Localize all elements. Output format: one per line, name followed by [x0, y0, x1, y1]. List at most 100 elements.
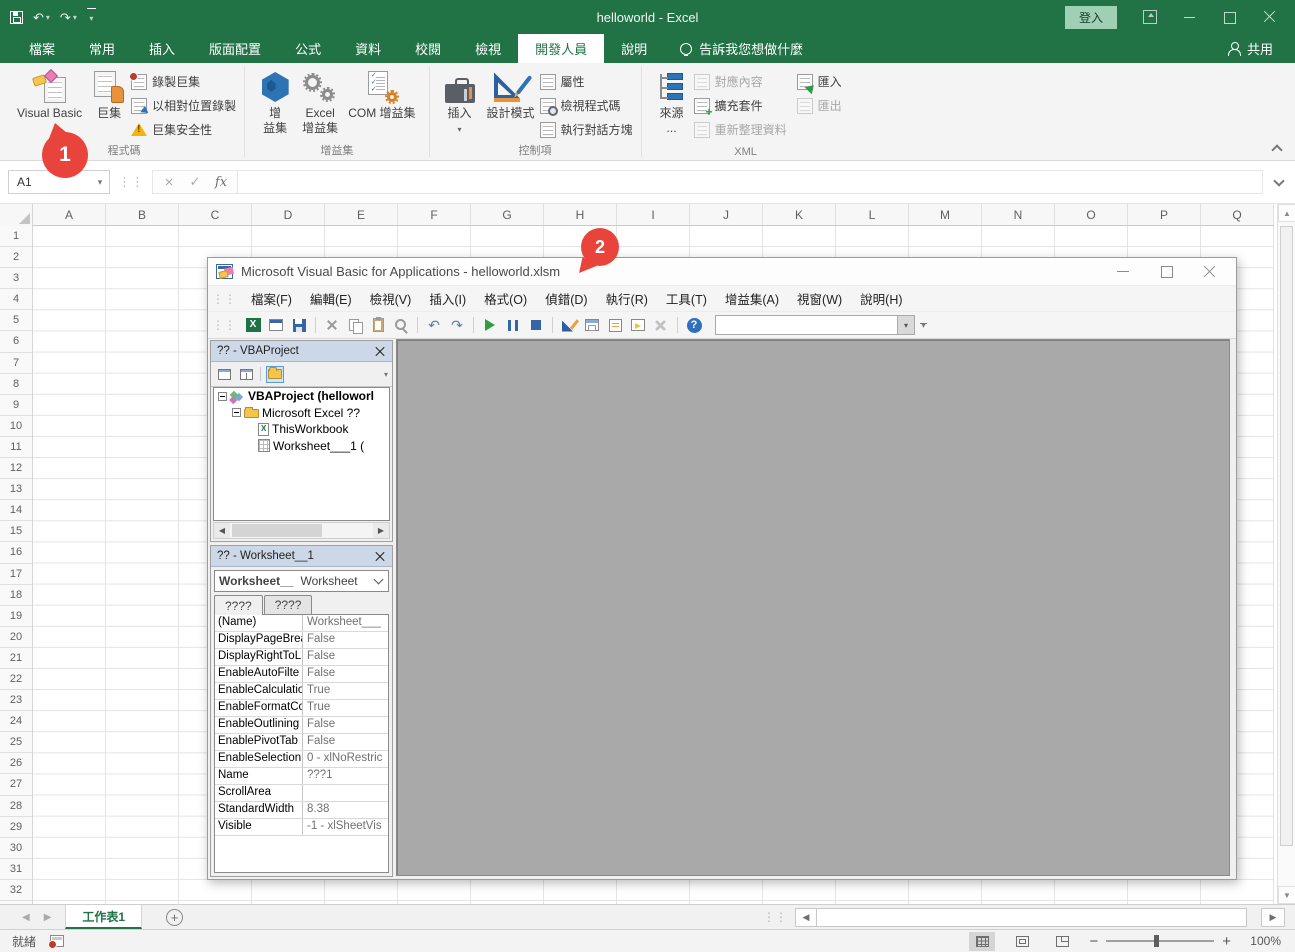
property-value[interactable]: 8.38	[303, 802, 388, 818]
page-layout-view-button[interactable]	[1009, 932, 1035, 951]
row-header[interactable]: 25	[0, 732, 32, 753]
object-selector[interactable]: Worksheet__ Worksheet	[214, 570, 389, 592]
hscroll-track[interactable]	[817, 908, 1247, 927]
tell-me-box[interactable]: 告訴我您想做什麼	[664, 34, 819, 63]
column-header[interactable]: A	[33, 204, 106, 225]
vba-toolbar-save-button[interactable]	[289, 315, 309, 335]
ribbon-tab[interactable]: 說明	[604, 34, 664, 63]
select-all-corner[interactable]	[0, 204, 33, 226]
property-row[interactable]: EnablePivotTabFalse	[215, 734, 388, 751]
row-header[interactable]: 11	[0, 437, 32, 458]
column-header[interactable]: D	[252, 204, 325, 225]
vba-toolbar-design-mode-button[interactable]	[559, 315, 579, 335]
property-row[interactable]: DisplayPageBreaFalse	[215, 632, 388, 649]
ribbon-tab[interactable]: 檢視	[458, 34, 518, 63]
row-header[interactable]: 18	[0, 585, 32, 606]
row-header[interactable]: 31	[0, 859, 32, 880]
row-header[interactable]: 20	[0, 627, 32, 648]
zoom-percentage[interactable]: 100%	[1245, 934, 1281, 948]
vba-menu-item[interactable]: 工具(T)	[657, 286, 716, 311]
vba-toolbar-undo-button[interactable]: ↶	[424, 315, 444, 335]
vba-toolbar-insert-form-button[interactable]	[266, 315, 286, 335]
row-header[interactable]: 14	[0, 500, 32, 521]
save-button[interactable]	[10, 11, 23, 24]
row-header[interactable]: 9	[0, 395, 32, 416]
view-code-button[interactable]: 檢視程式碼	[540, 95, 633, 116]
property-value[interactable]: 0 - xlNoRestric	[303, 751, 388, 767]
macros-button[interactable]: 巨集	[87, 66, 131, 125]
property-row[interactable]: EnableCalculatioTrue	[215, 683, 388, 700]
row-header[interactable]: 7	[0, 353, 32, 374]
column-header[interactable]: C	[179, 204, 252, 225]
record-macro-button[interactable]: 錄製巨集	[131, 71, 236, 92]
view-code-toolbar-button[interactable]	[215, 366, 233, 383]
property-value[interactable]: False	[303, 649, 388, 665]
vba-toolbar-combobox[interactable]: ▾	[715, 315, 915, 335]
property-value[interactable]: False	[303, 632, 388, 648]
formula-input[interactable]	[238, 170, 1263, 194]
property-row[interactable]: Name???1	[215, 768, 388, 785]
zoom-slider-thumb[interactable]	[1154, 935, 1159, 947]
horizontal-scroll-thumb[interactable]	[232, 524, 322, 537]
property-value[interactable]: True	[303, 700, 388, 716]
hscroll-left-icon[interactable]: ◀	[795, 908, 817, 927]
row-header[interactable]: 6	[0, 331, 32, 352]
vba-toolbar-stop-button[interactable]	[526, 315, 546, 335]
design-mode-button[interactable]: 設計模式	[482, 66, 540, 125]
vertical-scrollbar[interactable]: ▲ ▼	[1277, 204, 1295, 904]
ribbon-display-options-icon[interactable]	[1143, 10, 1157, 24]
property-value[interactable]: ???1	[303, 768, 388, 784]
vba-toolbar-redo-button[interactable]: ↷	[447, 315, 467, 335]
property-value[interactable]: False	[303, 734, 388, 750]
row-header[interactable]: 24	[0, 711, 32, 732]
property-row[interactable]: DisplayRightToLFalse	[215, 649, 388, 666]
row-header[interactable]: 27	[0, 774, 32, 795]
zoom-out-button[interactable]: −	[1089, 934, 1098, 949]
close-button[interactable]	[1263, 10, 1277, 24]
column-header[interactable]: I	[617, 204, 690, 225]
vba-toolbar-properties-window-button[interactable]	[605, 315, 625, 335]
addins-button[interactable]: 增益集	[253, 66, 297, 140]
scroll-down-icon[interactable]: ▼	[1278, 886, 1295, 904]
relative-references-button[interactable]: 以相對位置錄製	[131, 95, 236, 116]
property-row[interactable]: EnableSelection0 - xlNoRestric	[215, 751, 388, 768]
vba-toolbar-copy-button[interactable]	[345, 315, 365, 335]
tree-expander-icon[interactable]	[232, 408, 241, 417]
insert-control-button[interactable]: 插入▾	[438, 66, 482, 141]
properties-header[interactable]: ?? - Worksheet__1	[211, 546, 392, 567]
insert-function-button[interactable]: fx	[209, 175, 233, 190]
sign-in-button[interactable]: 登入	[1065, 6, 1117, 29]
redo-button[interactable]: ↷▾	[60, 11, 77, 24]
vba-toolbar-help-button[interactable]: ?	[684, 315, 704, 335]
property-row[interactable]: EnableFormatCoTrue	[215, 700, 388, 717]
macro-security-button[interactable]: 巨集安全性	[131, 119, 236, 140]
vba-toolbar-pause-button[interactable]	[503, 315, 523, 335]
vba-toolbar-object-browser-button[interactable]	[628, 315, 648, 335]
ribbon-tab[interactable]: 插入	[132, 34, 192, 63]
project-explorer-close-icon[interactable]	[373, 344, 388, 359]
vba-menu-item[interactable]: 視窗(W)	[788, 286, 851, 311]
zoom-slider[interactable]	[1106, 940, 1214, 942]
column-header[interactable]: B	[106, 204, 179, 225]
project-tree-item[interactable]: Worksheet___1 (	[214, 438, 389, 455]
ribbon-tab[interactable]: 版面配置	[192, 34, 278, 63]
row-header[interactable]: 30	[0, 838, 32, 859]
row-header[interactable]: 15	[0, 521, 32, 542]
vertical-scroll-thumb[interactable]	[1280, 226, 1293, 846]
vba-menu-item[interactable]: 檔案(F)	[242, 286, 301, 311]
row-header[interactable]: 16	[0, 542, 32, 563]
vba-toolbar-run-button[interactable]	[480, 315, 500, 335]
macro-recording-icon[interactable]	[50, 935, 64, 947]
row-header[interactable]: 1	[0, 226, 32, 247]
properties-tab-alphabetic[interactable]: ????	[214, 595, 263, 615]
property-row[interactable]: ScrollArea	[215, 785, 388, 802]
column-header[interactable]: F	[398, 204, 471, 225]
project-tree-item[interactable]: ThisWorkbook	[214, 421, 389, 438]
zoom-in-button[interactable]: +	[1222, 934, 1231, 949]
project-tree-item[interactable]: Microsoft Excel ??	[214, 405, 389, 422]
row-header[interactable]: 13	[0, 479, 32, 500]
column-header[interactable]: M	[909, 204, 982, 225]
xml-source-button[interactable]: 來源...	[650, 66, 694, 140]
vba-toolbar-find-button[interactable]	[391, 315, 411, 335]
expansion-packs-button[interactable]: 擴充套件	[694, 95, 787, 116]
